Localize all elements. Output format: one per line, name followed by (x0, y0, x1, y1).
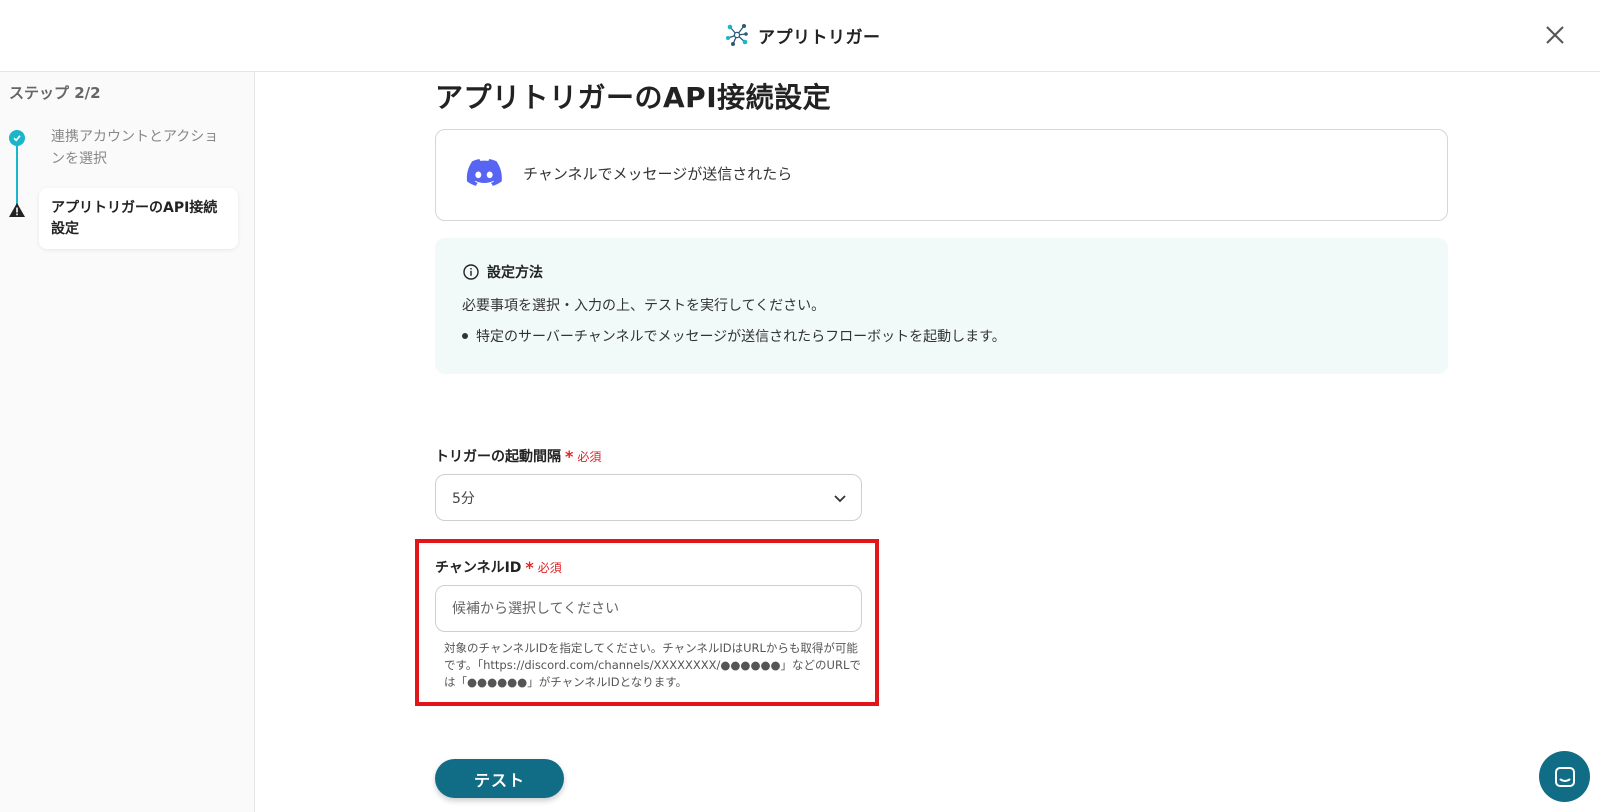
info-bullet: 特定のサーバーチャンネルでメッセージが送信されたらフローボットを起動します。 (462, 326, 1006, 346)
close-icon[interactable] (1540, 20, 1570, 50)
step-sidebar: ステップ 2/2 連携アカウントとアクションを選択 アプリトリガーのAPI接続設… (0, 72, 255, 812)
required-asterisk: * (525, 557, 534, 577)
info-icon (463, 264, 479, 280)
interval-label-text: トリガーの起動間隔 (435, 449, 561, 465)
interval-select[interactable]: 5分 (435, 474, 862, 521)
channel-label-text: チャンネルID (435, 560, 522, 576)
warning-triangle-icon (9, 203, 25, 217)
interval-field-label: トリガーの起動間隔 * 必須 (435, 446, 601, 466)
channel-id-help-text: 対象のチャンネルIDを指定してください。チャンネルIDはURLからも取得が可能で… (444, 641, 861, 689)
app-trigger-card: チャンネルでメッセージが送信されたら (435, 129, 1448, 221)
info-title: 設定方法 (487, 265, 543, 281)
discord-icon (466, 159, 502, 186)
top-header: アプリトリガー (0, 0, 1600, 72)
channel-id-input[interactable] (435, 585, 862, 632)
interval-select-value: 5分 (452, 491, 475, 507)
setup-info-box: 設定方法 必要事項を選択・入力の上、テストを実行してください。 特定のサーバーチ… (435, 238, 1448, 374)
info-header: 設定方法 (463, 262, 543, 282)
chat-launcher-button[interactable] (1539, 751, 1590, 802)
chat-icon (1554, 766, 1575, 787)
chevron-down-icon (834, 495, 846, 503)
test-button[interactable]: テスト (435, 759, 564, 798)
step-item-select-account[interactable]: 連携アカウントとアクションを選択 (51, 126, 231, 170)
required-text: 必須 (577, 449, 602, 464)
bullet-dot (462, 333, 468, 339)
step-counter: ステップ 2/2 (9, 84, 101, 102)
header-title: アプリトリガー (724, 18, 881, 52)
info-bullet-text: 特定のサーバーチャンネルでメッセージが送信されたらフローボットを起動します。 (476, 329, 1006, 345)
channel-field-label: チャンネルID * 必須 (435, 557, 562, 577)
check-circle-icon (9, 130, 25, 146)
step-item-api-settings[interactable]: アプリトリガーのAPI接続設定 (39, 188, 238, 249)
network-nodes-icon (726, 24, 748, 46)
page-title: アプリトリガーのAPI接続設定 (435, 81, 832, 114)
trigger-label: チャンネルでメッセージが送信されたら (523, 165, 793, 183)
required-asterisk: * (565, 446, 574, 466)
info-instruction: 必要事項を選択・入力の上、テストを実行してください。 (462, 298, 826, 314)
header-title-text: アプリトリガー (758, 27, 881, 48)
required-text: 必須 (537, 560, 562, 575)
